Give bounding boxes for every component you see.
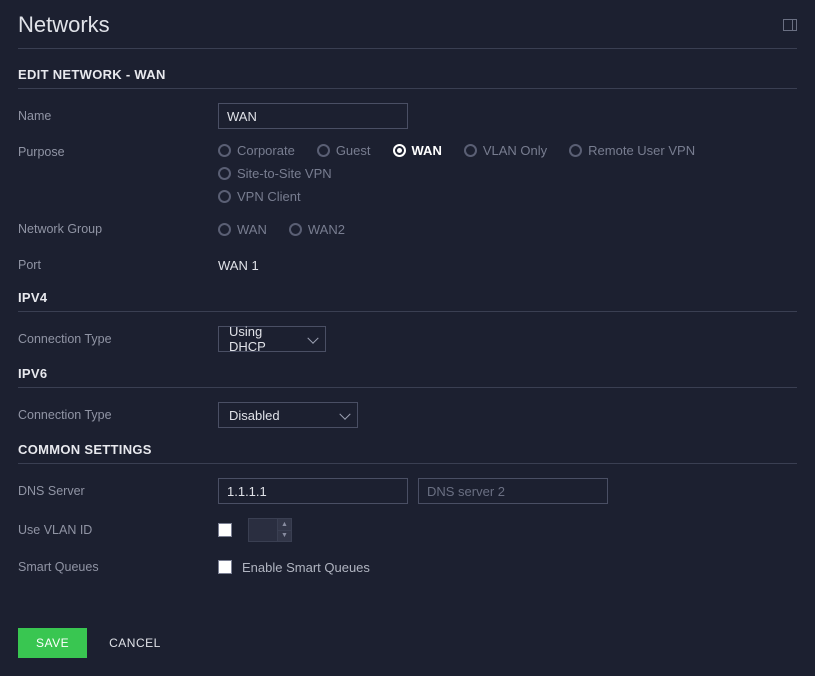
chevron-down-icon xyxy=(339,409,350,420)
network-group-radio-wan[interactable]: WAN xyxy=(218,222,267,237)
purpose-radio-wan[interactable]: WAN xyxy=(393,143,442,158)
use-vlan-id-label: Use VLAN ID xyxy=(18,523,218,537)
smart-queues-checkbox-label: Enable Smart Queues xyxy=(242,560,370,575)
dns-server-1-input[interactable] xyxy=(218,478,408,504)
ipv4-connection-type-label: Connection Type xyxy=(18,332,218,346)
radio-icon xyxy=(218,223,231,236)
section-title-ipv4: IPV4 xyxy=(18,290,797,312)
purpose-radio-guest[interactable]: Guest xyxy=(317,143,371,158)
purpose-radio-corporate[interactable]: Corporate xyxy=(218,143,295,158)
name-input[interactable] xyxy=(218,103,408,129)
radio-icon xyxy=(289,223,302,236)
radio-icon xyxy=(317,144,330,157)
save-button[interactable]: SAVE xyxy=(18,628,87,658)
purpose-radio-site-to-site-vpn[interactable]: Site-to-Site VPN xyxy=(218,166,332,181)
radio-icon xyxy=(218,144,231,157)
purpose-label: Purpose xyxy=(18,143,218,159)
purpose-radio-remote-user-vpn[interactable]: Remote User VPN xyxy=(569,143,695,158)
chevron-down-icon xyxy=(307,333,318,344)
network-group-radio-wan2[interactable]: WAN2 xyxy=(289,222,345,237)
section-title-ipv6: IPV6 xyxy=(18,366,797,388)
vlan-id-value[interactable] xyxy=(248,518,278,542)
panel-layout-icon[interactable] xyxy=(783,19,797,31)
name-label: Name xyxy=(18,109,218,123)
cancel-button[interactable]: CANCEL xyxy=(109,636,161,650)
page-header: Networks xyxy=(18,12,797,49)
dns-server-label: DNS Server xyxy=(18,484,218,498)
ipv4-connection-type-select[interactable]: Using DHCP xyxy=(218,326,326,352)
dns-server-2-input[interactable] xyxy=(418,478,608,504)
use-vlan-id-checkbox[interactable] xyxy=(218,523,232,537)
network-group-radio-group: WAN WAN2 xyxy=(218,222,797,237)
smart-queues-label: Smart Queues xyxy=(18,560,218,574)
radio-icon xyxy=(218,167,231,180)
stepper-down-icon[interactable]: ▼ xyxy=(278,531,291,542)
purpose-radio-vlan-only[interactable]: VLAN Only xyxy=(464,143,547,158)
radio-icon xyxy=(464,144,477,157)
purpose-radio-group: Corporate Guest WAN VLAN Only Remote Use… xyxy=(218,143,797,204)
section-title-common: COMMON SETTINGS xyxy=(18,442,797,464)
vlan-id-stepper[interactable]: ▲ ▼ xyxy=(248,518,292,542)
port-value: WAN 1 xyxy=(218,258,259,273)
ipv6-connection-type-select[interactable]: Disabled xyxy=(218,402,358,428)
port-label: Port xyxy=(18,258,218,272)
radio-icon xyxy=(569,144,582,157)
ipv6-connection-type-label: Connection Type xyxy=(18,408,218,422)
radio-icon xyxy=(393,144,406,157)
page-title: Networks xyxy=(18,12,110,38)
purpose-radio-vpn-client[interactable]: VPN Client xyxy=(218,189,797,204)
network-group-label: Network Group xyxy=(18,222,218,236)
stepper-up-icon[interactable]: ▲ xyxy=(278,519,291,531)
section-title-edit: EDIT NETWORK - WAN xyxy=(18,67,797,89)
smart-queues-checkbox[interactable] xyxy=(218,560,232,574)
radio-icon xyxy=(218,190,231,203)
